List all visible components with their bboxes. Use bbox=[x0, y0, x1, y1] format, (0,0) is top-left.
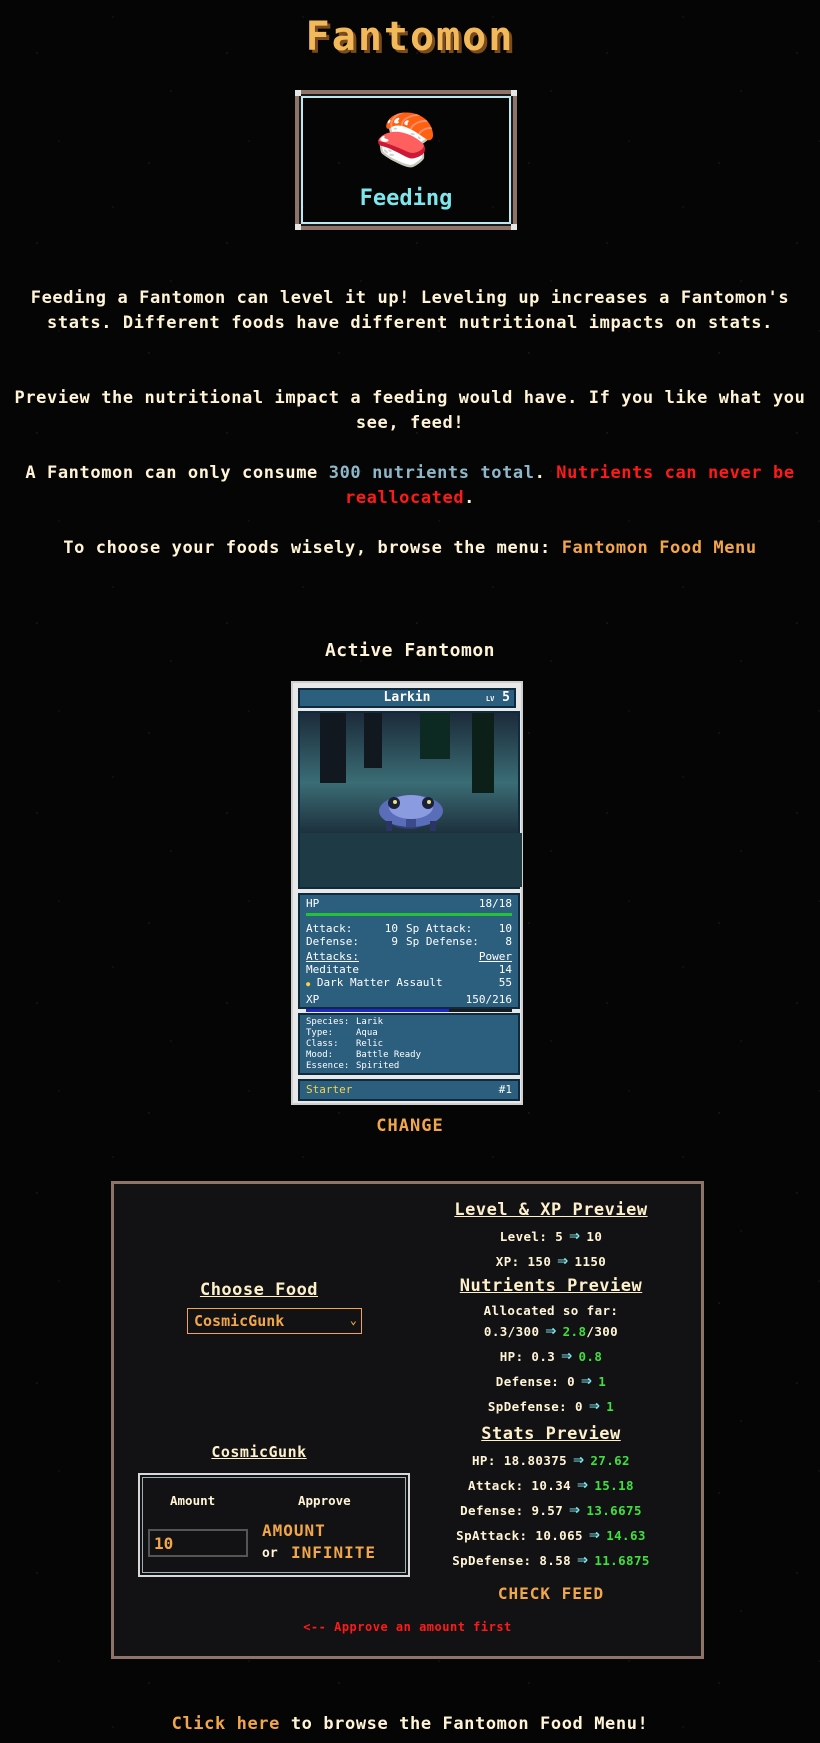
check-feed-button[interactable]: CHECK FEED bbox=[416, 1584, 686, 1603]
xp-bar-fill bbox=[306, 1009, 449, 1012]
xp-value: 150/216 bbox=[465, 993, 512, 1006]
level-preview-title: Level & XP Preview bbox=[454, 1200, 648, 1220]
move-row: Meditate 14 bbox=[306, 963, 512, 976]
arrow-right-icon: ⇒ bbox=[588, 1524, 601, 1545]
change-fantomon-button[interactable]: CHANGE bbox=[0, 1116, 820, 1136]
card-name-bar: Larkin LV 5 bbox=[298, 688, 516, 708]
arrow-right-icon: ⇒ bbox=[569, 1499, 581, 1520]
creature-sprite bbox=[379, 795, 443, 831]
move-row: ● Dark Matter Assault 55 bbox=[306, 976, 512, 989]
arrow-right-icon: ⇒ bbox=[577, 1474, 589, 1495]
starter-badge: Starter bbox=[306, 1083, 353, 1096]
food-select-value: CosmicGunk bbox=[194, 1312, 285, 1330]
hero-label: Feeding bbox=[359, 186, 453, 211]
hp-value: 18/18 bbox=[478, 897, 512, 910]
hp-bar bbox=[306, 913, 512, 916]
stat-spattack-row: SpAttack: 10.065 ⇒ 14.63 bbox=[456, 1524, 646, 1545]
food-select[interactable]: CosmicGunk ⌄ bbox=[187, 1308, 362, 1334]
fantomon-name: Larkin bbox=[383, 690, 431, 705]
approve-infinite-button[interactable]: INFINITE bbox=[291, 1543, 376, 1562]
arrow-right-icon: ⇒ bbox=[557, 1250, 569, 1271]
nutrient-hp-row: HP: 0.3 ⇒ 0.8 bbox=[499, 1345, 603, 1366]
arrow-right-icon: ⇒ bbox=[588, 1395, 601, 1416]
card-number: #1 bbox=[498, 1083, 512, 1096]
arrow-right-icon: ⇒ bbox=[573, 1449, 585, 1470]
intro-paragraph-2: Preview the nutritional impact a feeding… bbox=[14, 388, 806, 433]
selected-food-title: CosmicGunk bbox=[211, 1443, 307, 1461]
page-title: Fantomon bbox=[305, 14, 515, 60]
hp-bar-fill bbox=[306, 913, 512, 916]
sp-defense-value: 8 bbox=[505, 935, 512, 948]
nutrient-spdefense-row: SpDefense: 0 ⇒ 1 bbox=[487, 1395, 615, 1416]
sp-attack-value: 10 bbox=[498, 922, 512, 935]
arrow-right-icon: ⇒ bbox=[561, 1345, 573, 1366]
arrow-right-icon: ⇒ bbox=[581, 1370, 593, 1391]
choose-food-title: Choose Food bbox=[199, 1280, 319, 1300]
approve-amount-button[interactable]: AMOUNT bbox=[262, 1521, 326, 1540]
level-preview-row: Level: 5 ⇒ 10 bbox=[499, 1225, 603, 1246]
xp-bar bbox=[306, 1009, 512, 1012]
approve-header: Approve bbox=[298, 1493, 351, 1508]
amount-input[interactable] bbox=[148, 1529, 248, 1557]
amount-header: Amount bbox=[170, 1493, 216, 1508]
chevron-down-icon: ⌄ bbox=[349, 1313, 357, 1327]
active-fantomon-title: Active Fantomon bbox=[324, 640, 496, 661]
nutrient-limit-highlight: 300 nutrients total bbox=[328, 463, 535, 483]
arrow-right-icon: ⇒ bbox=[569, 1225, 581, 1246]
stat-hp-row: HP: 18.80375 ⇒ 27.62 bbox=[472, 1449, 630, 1470]
card-footer: Starter #1 bbox=[298, 1079, 520, 1101]
stat-attack-row: Attack: 10.34 ⇒ 15.18 bbox=[468, 1474, 634, 1495]
intro-paragraph-4: To choose your foods wisely, browse the … bbox=[63, 538, 757, 558]
feeding-panel: Level & XP Preview Level: 5 ⇒ 10 XP: 150 ⇒ 1… bbox=[111, 1181, 704, 1659]
intro-paragraph-3: A Fantomon can only consume 300 nutrient… bbox=[25, 463, 795, 508]
footer-line: Click here to browse the Fantomon Food M… bbox=[171, 1714, 649, 1734]
card-info-panel: Species: Larik Type: Aqua Class: Relic Mood… bbox=[298, 1013, 520, 1075]
attack-value: 10 bbox=[384, 922, 398, 935]
fantomon-artwork bbox=[298, 711, 522, 889]
or-label: or bbox=[262, 1546, 278, 1561]
defense-value: 9 bbox=[391, 935, 398, 948]
feeding-hero-box: 🍣 Feeding bbox=[295, 90, 517, 230]
card-stats-panel: HP 18/18 Attack: 10 Sp Attack: 10 Defense: 9… bbox=[298, 893, 520, 1012]
approve-amount-box: Amount Approve AMOUNT or INFINITE bbox=[138, 1473, 410, 1577]
allocated-label: Allocated so far: bbox=[483, 1303, 619, 1318]
food-menu-link[interactable]: Fantomon Food Menu bbox=[562, 538, 757, 558]
xp-preview-row: XP: 150 ⇒ 1150 bbox=[495, 1250, 607, 1271]
nutrients-preview-title: Nutrients Preview bbox=[459, 1276, 643, 1296]
arrow-right-icon: ⇒ bbox=[545, 1320, 557, 1341]
food-menu-footer-link[interactable]: Click here bbox=[172, 1714, 280, 1734]
nutrient-defense-row: Defense: 0 ⇒ 1 bbox=[495, 1370, 607, 1391]
move-indicator-icon: ● bbox=[306, 980, 311, 988]
intro-paragraph-1: Feeding a Fantomon can level it up! Leve… bbox=[30, 288, 790, 333]
stat-defense-row: Defense: 9.57 ⇒ 13.6675 bbox=[460, 1499, 642, 1520]
arrow-right-icon: ⇒ bbox=[577, 1549, 589, 1570]
approve-first-message: <-- Approve an amount first bbox=[303, 1620, 512, 1634]
allocated-preview-row: 0.3/300 ⇒ 2.8/300 bbox=[483, 1320, 619, 1341]
fantomon-card[interactable]: Larkin LV 5 HP 18/18 Attack: 10 Sp Attack:… bbox=[291, 681, 523, 1105]
fantomon-level: LV 5 bbox=[485, 690, 510, 705]
stats-preview-title: Stats Preview bbox=[481, 1424, 621, 1444]
sushi-icon: 🍣 bbox=[374, 111, 438, 169]
stat-spdefense-row: SpDefense: 8.58 ⇒ 11.6875 bbox=[452, 1549, 650, 1570]
